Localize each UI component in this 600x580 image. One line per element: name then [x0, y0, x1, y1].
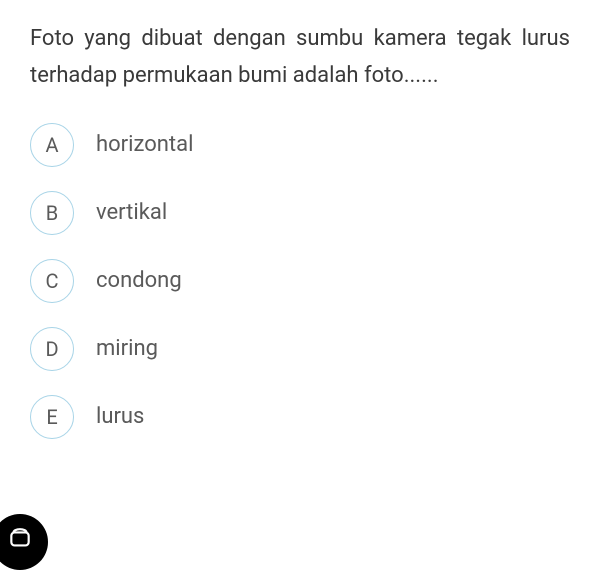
option-letter: A: [30, 123, 74, 167]
option-d[interactable]: D miring: [30, 327, 570, 371]
option-text: lurus: [96, 404, 144, 429]
option-letter: E: [30, 395, 74, 439]
option-c[interactable]: C condong: [30, 259, 570, 303]
option-letter: C: [30, 259, 74, 303]
option-b[interactable]: B vertikal: [30, 191, 570, 235]
option-e[interactable]: E lurus: [30, 395, 570, 439]
fab-button[interactable]: [0, 514, 48, 570]
assistant-icon: [7, 527, 33, 557]
option-a[interactable]: A horizontal: [30, 123, 570, 167]
options-list: A horizontal B vertikal C condong D miri…: [30, 123, 570, 439]
option-text: horizontal: [96, 132, 193, 157]
option-text: condong: [96, 268, 182, 293]
question-text: Foto yang dibuat dengan sumbu kamera teg…: [30, 20, 570, 95]
option-letter: B: [30, 191, 74, 235]
option-text: vertikal: [96, 200, 167, 225]
option-text: miring: [96, 336, 158, 361]
option-letter: D: [30, 327, 74, 371]
